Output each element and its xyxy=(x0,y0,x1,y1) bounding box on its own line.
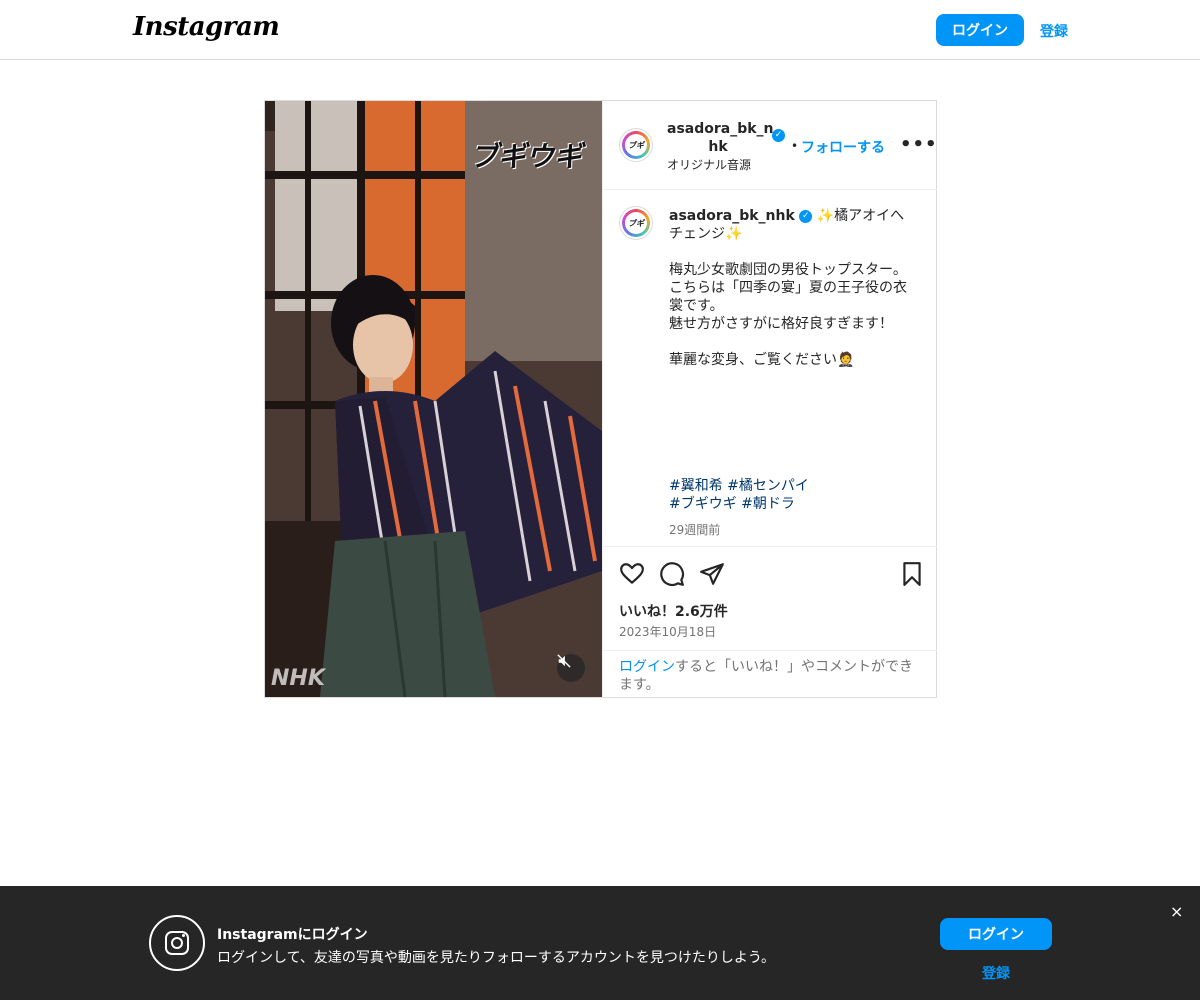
likes-count[interactable]: いいね！2.6万件 xyxy=(619,601,728,621)
author-username[interactable]: asadora_bk_n hk xyxy=(667,120,774,156)
bookmark-icon[interactable] xyxy=(899,561,925,587)
separator-dot: • xyxy=(791,139,799,153)
post-header: ブギ asadora_bk_n hk ✓ • フォローする ••• オリジナル音… xyxy=(603,101,937,190)
login-prompt-link[interactable]: ログイン xyxy=(619,659,675,675)
caption-text: ✨橘アオイへチェンジ✨ 梅丸少女歌劇団の男役トップスター。 こちらは「四季の宴」… xyxy=(669,208,907,368)
audio-label[interactable]: オリジナル音源 xyxy=(667,156,751,173)
post-container: ブギウギ NHK ブギ asadora_bk_n hk ✓ • フォローする •… xyxy=(264,100,937,698)
avatar-logo: ブギ xyxy=(625,134,647,156)
top-navigation-bar: Instagram ログイン 登録 xyxy=(0,0,1200,60)
video-frame-illustration xyxy=(265,101,602,697)
post-side-panel: ブギ asadora_bk_n hk ✓ • フォローする ••• オリジナル音… xyxy=(602,101,937,697)
login-banner: Instagramにログイン ログインして、友達の写真や動画を見たりフォローする… xyxy=(0,886,1200,1000)
verified-badge-icon: ✓ xyxy=(799,209,813,223)
login-prompt: ログインすると「いいね！」やコメントができます。 xyxy=(603,650,937,697)
avatar-logo: ブギ xyxy=(625,212,647,234)
instagram-logo[interactable]: Instagram xyxy=(133,12,280,42)
caption-username[interactable]: asadora_bk_nhk xyxy=(669,208,795,224)
banner-login-button[interactable]: ログイン xyxy=(940,918,1052,950)
media-title-logo: ブギウギ xyxy=(470,140,583,173)
close-icon[interactable]: × xyxy=(1170,902,1183,921)
speaker-muted-icon xyxy=(557,654,571,668)
banner-title: Instagramにログイン xyxy=(217,927,368,943)
nhk-watermark: NHK xyxy=(271,666,325,691)
caption-timestamp[interactable]: 29週間前 xyxy=(669,521,720,538)
comment-icon[interactable] xyxy=(659,561,685,587)
hashtags: #翼和希 #橘センパイ #ブギウギ #朝ドラ xyxy=(669,477,915,513)
heart-icon[interactable] xyxy=(619,561,645,587)
login-button[interactable]: ログイン xyxy=(936,14,1024,46)
hashtag-line[interactable]: #翼和希 #橘センパイ xyxy=(669,477,915,495)
caption-author-avatar[interactable]: ブギ xyxy=(619,206,653,240)
post-video[interactable]: ブギウギ NHK xyxy=(265,101,602,697)
hashtag-line[interactable]: #ブギウギ #朝ドラ xyxy=(669,495,915,513)
post-caption: asadora_bk_nhk ✓ ✨橘アオイへチェンジ✨ 梅丸少女歌劇団の男役ト… xyxy=(669,207,915,369)
mute-toggle-button[interactable] xyxy=(557,654,585,682)
share-icon[interactable] xyxy=(699,561,725,587)
author-avatar[interactable]: ブギ xyxy=(619,128,653,162)
banner-signup-link[interactable]: 登録 xyxy=(982,963,1010,983)
post-actions: いいね！2.6万件 2023年10月18日 xyxy=(603,546,937,650)
verified-badge-icon: ✓ xyxy=(772,129,785,142)
more-options-icon[interactable]: ••• xyxy=(900,134,938,155)
instagram-icon xyxy=(149,915,205,971)
signup-link[interactable]: 登録 xyxy=(1040,21,1068,41)
banner-text: ログインして、友達の写真や動画を見たりフォローするアカウントを見つけたりしよう。 xyxy=(217,950,776,966)
follow-button[interactable]: フォローする xyxy=(801,137,885,157)
post-date[interactable]: 2023年10月18日 xyxy=(619,623,716,640)
comments-area[interactable]: ブギ asadora_bk_nhk ✓ ✨橘アオイへチェンジ✨ 梅丸少女歌劇団の… xyxy=(603,191,937,546)
